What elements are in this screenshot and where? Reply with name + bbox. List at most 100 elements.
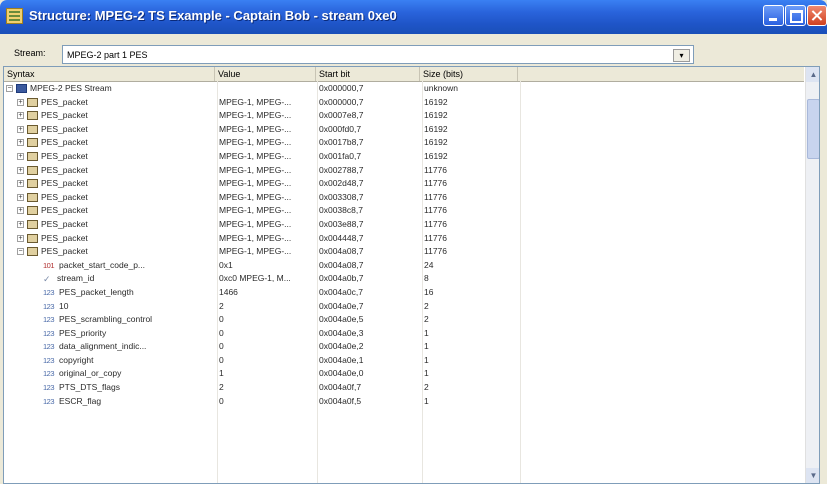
value-cell: MPEG-1, MPEG-... xyxy=(219,232,292,243)
folder-icon xyxy=(27,233,38,243)
table-row[interactable]: 123 10 2 0x004a0e,7 2 xyxy=(4,300,804,314)
table-row[interactable]: + PES_packet MPEG-1, MPEG-... 0x004448,7 117… xyxy=(4,232,804,246)
size-cell: 2 xyxy=(424,314,429,325)
title-bar[interactable]: Structure: MPEG-2 TS Example - Captain B… xyxy=(0,0,827,34)
folder-icon xyxy=(27,179,38,189)
numeric-field-icon: 123 xyxy=(43,287,55,297)
value-cell: MPEG-1, MPEG-... xyxy=(219,137,292,148)
expand-icon[interactable]: + xyxy=(17,234,24,242)
table-row[interactable]: 101 packet_start_code_p... 0x1 0x004a08,7 24 xyxy=(4,259,804,273)
table-row[interactable]: + PES_packet MPEG-1, MPEG-... 0x0038c8,7 117… xyxy=(4,204,804,218)
syntax-cell: PES_packet xyxy=(41,191,88,202)
start-bit-cell: 0x004a0f,7 xyxy=(319,382,362,393)
table-row[interactable]: − PES_packet MPEG-1, MPEG-... 0x004a08,7 117… xyxy=(4,245,804,259)
table-row[interactable]: 123 data_alignment_indic... 0 0x004a0e,2 1 xyxy=(4,340,804,354)
value-cell: MPEG-1, MPEG-... xyxy=(219,96,292,107)
table-row[interactable]: + PES_packet MPEG-1, MPEG-... 0x000fd0,7 161… xyxy=(4,123,804,137)
scrollbar-thumb[interactable] xyxy=(807,99,819,159)
stream-select[interactable]: MPEG-2 part 1 PES xyxy=(62,45,694,64)
numeric-field-icon: 123 xyxy=(43,355,55,365)
stream-select-value: MPEG-2 part 1 PES xyxy=(67,50,148,60)
expand-icon[interactable]: + xyxy=(17,166,24,174)
syntax-cell: data_alignment_indic... xyxy=(59,341,147,352)
expand-icon[interactable]: + xyxy=(17,193,24,201)
scroll-down-icon[interactable]: ▼ xyxy=(806,468,819,483)
expand-icon[interactable]: + xyxy=(17,98,24,106)
stream-dropdown-arrow-icon[interactable]: ▾ xyxy=(673,49,690,62)
stream-icon xyxy=(16,84,27,93)
start-bit-cell: 0x004a0e,1 xyxy=(319,354,364,365)
size-cell: 1 xyxy=(424,395,429,406)
size-cell: 24 xyxy=(424,259,434,270)
size-cell: 16192 xyxy=(424,150,448,161)
start-bit-cell: 0x004a08,7 xyxy=(319,259,364,270)
collapse-icon[interactable]: − xyxy=(17,248,24,256)
value-cell: MPEG-1, MPEG-... xyxy=(219,123,292,134)
size-cell: 2 xyxy=(424,382,429,393)
syntax-cell: stream_id xyxy=(57,273,95,284)
structure-window: Structure: MPEG-2 TS Example - Captain B… xyxy=(0,0,827,484)
value-cell: MPEG-1, MPEG-... xyxy=(219,218,292,229)
expand-icon[interactable]: + xyxy=(17,180,24,188)
vertical-scrollbar[interactable]: ▲ ▼ xyxy=(805,67,819,483)
table-row[interactable]: + PES_packet MPEG-1, MPEG-... 0x002788,7 117… xyxy=(4,164,804,178)
table-row[interactable]: + PES_packet MPEG-1, MPEG-... 0x0017b8,7 161… xyxy=(4,136,804,150)
collapse-icon[interactable]: − xyxy=(6,85,13,92)
structure-app-icon xyxy=(6,8,23,24)
table-row[interactable]: 123 PES_packet_length 1466 0x004a0c,7 16 xyxy=(4,286,804,300)
folder-icon xyxy=(27,247,38,257)
expand-icon[interactable]: + xyxy=(17,125,24,133)
expand-icon[interactable]: + xyxy=(17,207,24,215)
table-row[interactable]: + PES_packet MPEG-1, MPEG-... 0x0007e8,7 161… xyxy=(4,109,804,123)
table-row[interactable]: + PES_packet MPEG-1, MPEG-... 0x000000,7 161… xyxy=(4,96,804,110)
value-cell: MPEG-1, MPEG-... xyxy=(219,205,292,216)
minimize-button[interactable] xyxy=(763,5,784,26)
start-bit-cell: 0x002d48,7 xyxy=(319,178,364,189)
size-cell: 11776 xyxy=(424,218,448,229)
syntax-cell: PES_packet xyxy=(41,96,88,107)
value-cell: 0 xyxy=(219,314,224,325)
table-row[interactable]: 123 ESCR_flag 0 0x004a0f,5 1 xyxy=(4,395,804,409)
table-row[interactable]: 123 PES_scrambling_control 0 0x004a0e,5 2 xyxy=(4,313,804,327)
table-row[interactable]: 123 original_or_copy 1 0x004a0e,0 1 xyxy=(4,367,804,381)
column-header-size-bits[interactable]: Size (bits) xyxy=(420,67,518,81)
size-cell: 1 xyxy=(424,368,429,379)
start-bit-cell: 0x0017b8,7 xyxy=(319,137,364,148)
table-row[interactable]: ✓ stream_id 0xc0 MPEG-1, M... 0x004a0b,7 8 xyxy=(4,272,804,286)
table-row[interactable]: 123 PES_priority 0 0x004a0e,3 1 xyxy=(4,327,804,341)
syntax-cell: copyright xyxy=(59,354,94,365)
scroll-up-icon[interactable]: ▲ xyxy=(806,67,819,82)
start-bit-cell: 0x001fa0,7 xyxy=(319,150,362,161)
value-cell: 0 xyxy=(219,327,224,338)
size-cell: 16192 xyxy=(424,137,448,148)
column-header-start-bit[interactable]: Start bit xyxy=(316,67,420,81)
numeric-field-icon: 123 xyxy=(43,315,55,325)
expand-icon[interactable]: + xyxy=(17,139,24,147)
table-row[interactable]: 123 PTS_DTS_flags 2 0x004a0f,7 2 xyxy=(4,381,804,395)
table-row[interactable]: + PES_packet MPEG-1, MPEG-... 0x003e88,7 117… xyxy=(4,218,804,232)
table-row[interactable]: − MPEG-2 PES Stream 0x000000,7 unknown xyxy=(4,82,804,96)
value-cell: 1466 xyxy=(219,286,238,297)
size-cell: 1 xyxy=(424,341,429,352)
value-cell: 0 xyxy=(219,354,224,365)
expand-icon[interactable]: + xyxy=(17,112,24,120)
column-header-syntax[interactable]: Syntax xyxy=(4,67,215,81)
value-cell: 0x1 xyxy=(219,259,233,270)
maximize-button[interactable] xyxy=(785,5,806,26)
column-header-value[interactable]: Value xyxy=(215,67,316,81)
table-row[interactable]: + PES_packet MPEG-1, MPEG-... 0x003308,7 117… xyxy=(4,191,804,205)
folder-icon xyxy=(27,192,38,202)
start-bit-cell: 0x004a0f,5 xyxy=(319,395,362,406)
expand-icon[interactable]: + xyxy=(17,152,24,160)
close-button[interactable] xyxy=(807,5,827,26)
syntax-cell: PES_packet xyxy=(41,205,88,216)
size-cell: 8 xyxy=(424,273,429,284)
folder-icon xyxy=(27,111,38,121)
syntax-cell: PES_packet xyxy=(41,218,88,229)
table-row[interactable]: 123 copyright 0 0x004a0e,1 1 xyxy=(4,354,804,368)
expand-icon[interactable]: + xyxy=(17,220,24,228)
start-bit-cell: 0x000fd0,7 xyxy=(319,123,362,134)
table-row[interactable]: + PES_packet MPEG-1, MPEG-... 0x002d48,7 117… xyxy=(4,177,804,191)
value-cell xyxy=(219,82,315,96)
table-row[interactable]: + PES_packet MPEG-1, MPEG-... 0x001fa0,7 161… xyxy=(4,150,804,164)
